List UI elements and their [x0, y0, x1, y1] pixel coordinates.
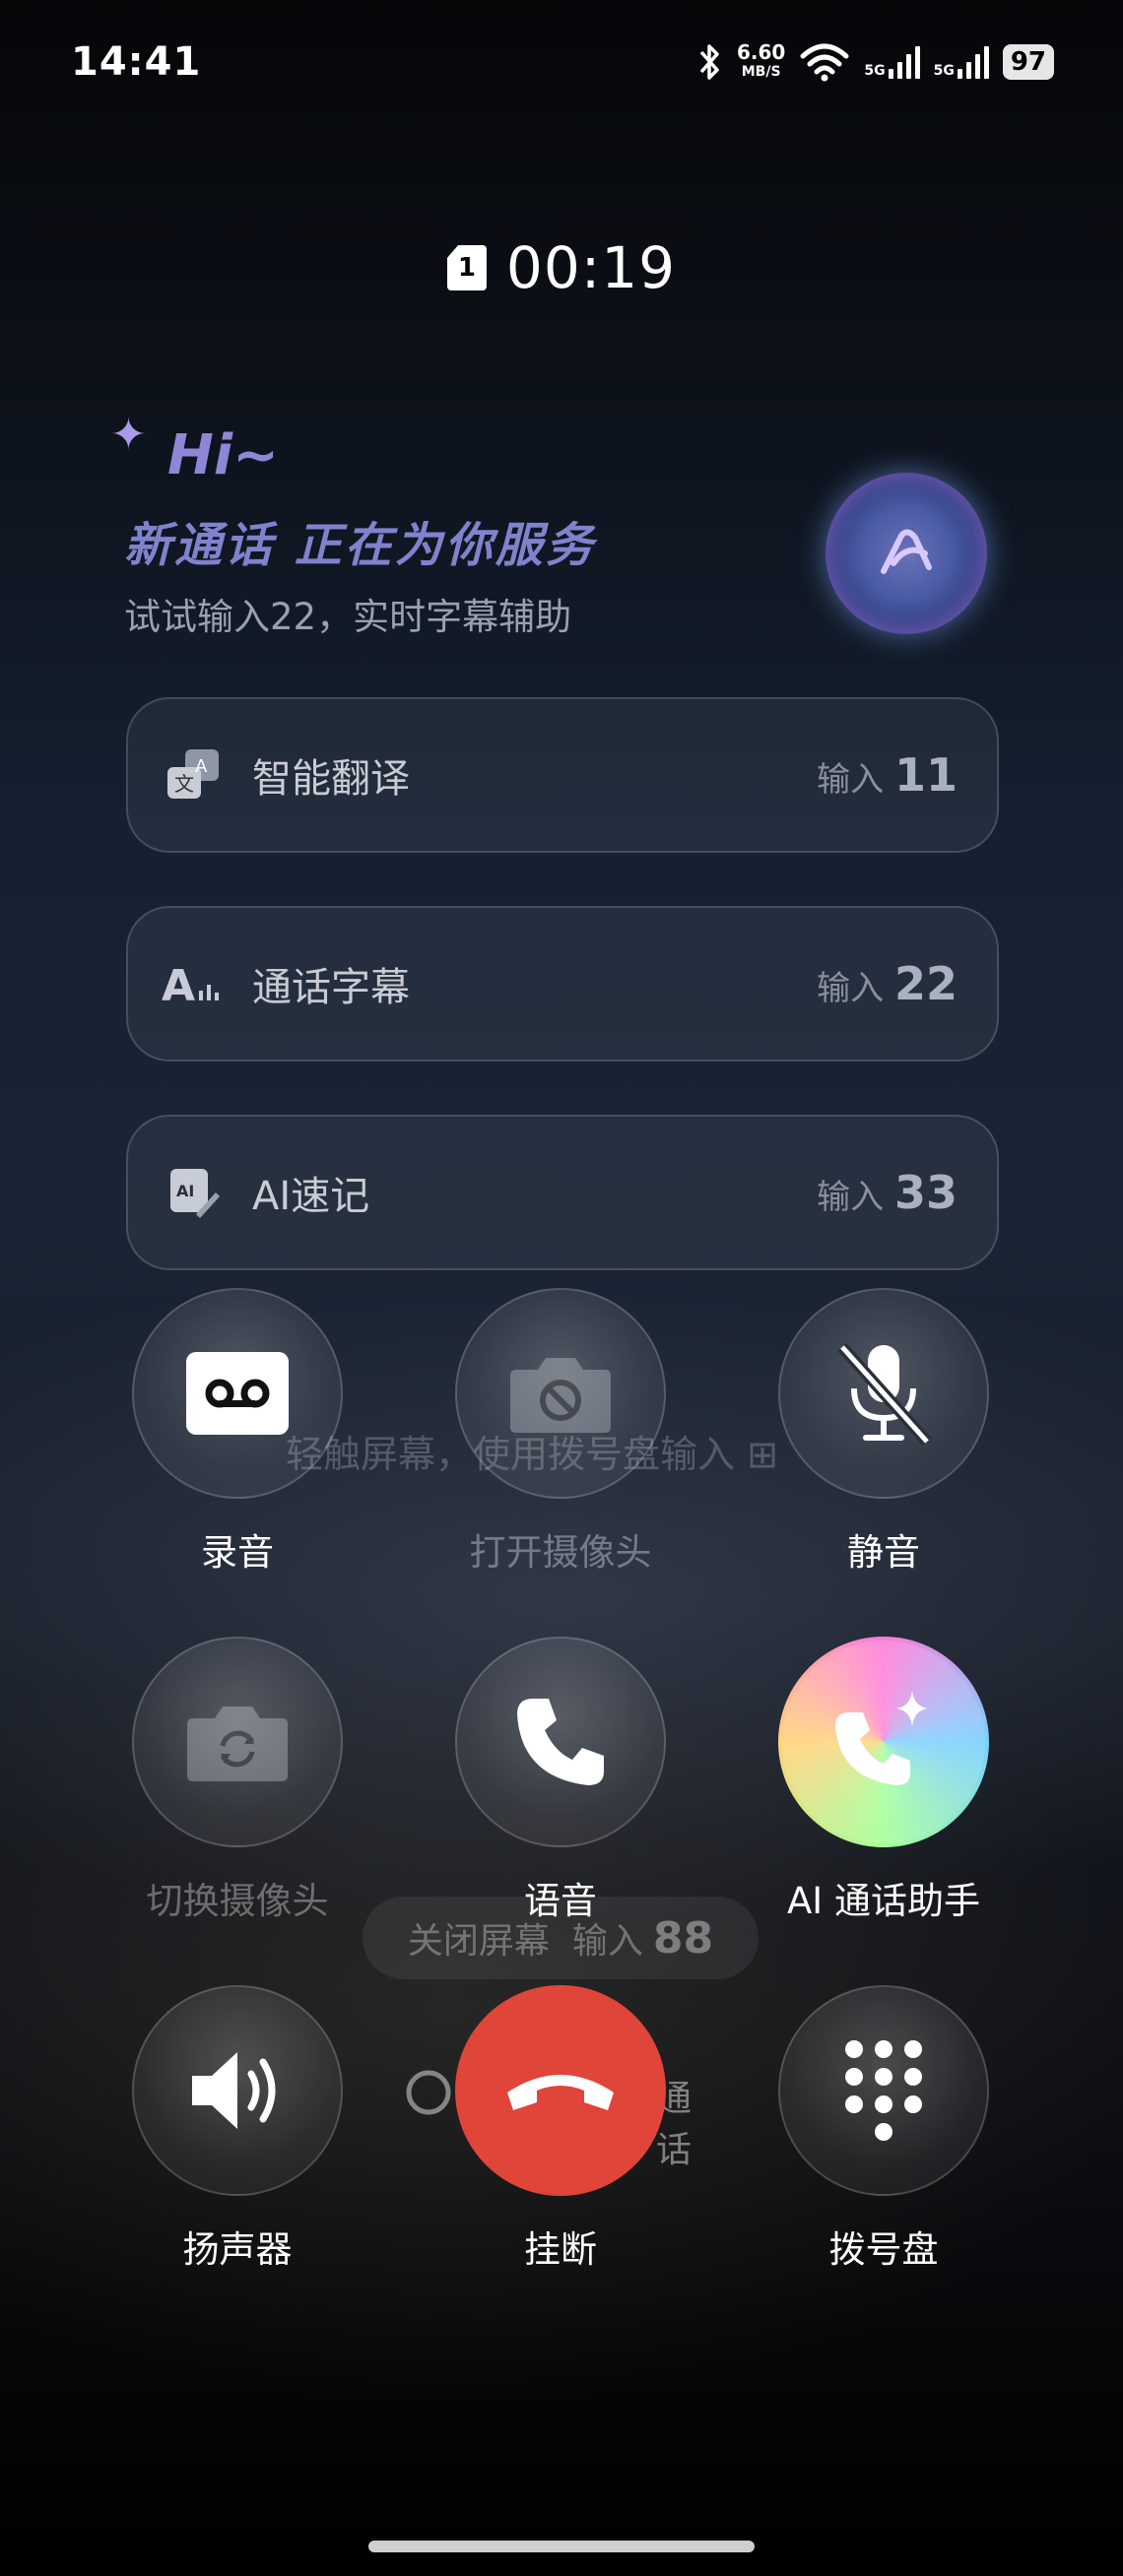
- wifi-icon: [800, 43, 849, 82]
- switch-camera-icon: [187, 1707, 288, 1781]
- ai-note-icon: AI: [160, 1158, 229, 1227]
- assistant-tagline: 新通话 正在为你服务: [124, 518, 596, 573]
- dialpad-button[interactable]: [778, 1985, 989, 2196]
- bluetooth-icon: [699, 44, 719, 80]
- svg-text:A: A: [162, 961, 195, 1008]
- net-speed: 6.60 MB/S: [736, 40, 786, 80]
- mic-off-icon: [837, 1342, 932, 1447]
- feature-ai-note[interactable]: AI AI速记 输入 33: [126, 1115, 999, 1270]
- assistant-orb-icon[interactable]: [826, 473, 987, 634]
- signal-sim2-icon: 5G: [934, 45, 989, 79]
- assistant-hint: 试试输入22，实时字幕辅助: [124, 596, 572, 638]
- feature-translate[interactable]: 文A 智能翻译 输入 11: [126, 697, 999, 853]
- voice-label: 语音: [524, 1880, 597, 1922]
- mute-button[interactable]: [778, 1288, 989, 1499]
- status-time: 14:41: [71, 39, 202, 85]
- svg-text:文: 文: [174, 772, 194, 796]
- voice-button[interactable]: [455, 1637, 666, 1847]
- open-camera-label: 打开摄像头: [469, 1531, 652, 1574]
- ai-assistant-label: AI 通话助手: [787, 1880, 980, 1922]
- hangup-button[interactable]: [455, 1985, 666, 2196]
- battery-indicator: 97: [1002, 44, 1054, 80]
- hangup-label: 挂断: [524, 2228, 597, 2271]
- ai-assistant-button[interactable]: [778, 1637, 989, 1847]
- greeting: Hi~: [167, 423, 279, 487]
- dialpad-icon: [845, 2040, 922, 2141]
- mute-label: 静音: [847, 1531, 920, 1574]
- hangup-icon: [507, 2075, 614, 2110]
- feature-code: 输入 11: [817, 748, 958, 802]
- call-duration: 00:19: [505, 234, 677, 301]
- feature-label: 通话字幕: [252, 965, 410, 1010]
- carrier-icon: [406, 2070, 451, 2115]
- switch-camera-label: 切换摄像头: [146, 1880, 329, 1922]
- status-icons: 6.60 MB/S 5G 5G 97: [697, 37, 1054, 87]
- speaker-button[interactable]: [132, 1985, 343, 2196]
- svg-text:AI: AI: [176, 1182, 194, 1200]
- feature-code: 输入 33: [817, 1166, 958, 1219]
- speaker-icon: [192, 2052, 276, 2129]
- dialpad-label: 拨号盘: [828, 2228, 939, 2271]
- call-timer: 1 00:19: [0, 234, 1123, 301]
- sim-card-icon: 1: [446, 245, 487, 290]
- switch-camera-button[interactable]: [132, 1637, 343, 1847]
- home-indicator[interactable]: [368, 2541, 755, 2552]
- svg-text:A: A: [195, 756, 208, 777]
- signal-sim1-icon: 5G: [864, 45, 920, 79]
- feature-caption[interactable]: A 通话字幕 输入 22: [126, 906, 999, 1062]
- caption-icon: A: [160, 949, 229, 1018]
- phone-icon: [517, 1699, 604, 1785]
- open-camera-button[interactable]: [455, 1288, 666, 1499]
- sparkle-icon: ✦: [110, 410, 147, 460]
- feature-label: 智能翻译: [252, 756, 410, 802]
- dialpad-hint-icon: ⊞: [747, 1433, 778, 1476]
- record-button[interactable]: [132, 1288, 343, 1499]
- feature-code: 输入 22: [817, 957, 958, 1010]
- translate-icon: 文A: [160, 741, 229, 809]
- camera-off-icon: [510, 1358, 611, 1433]
- record-label: 录音: [201, 1531, 274, 1574]
- speaker-label: 扬声器: [182, 2228, 293, 2271]
- record-icon: [186, 1352, 289, 1435]
- ai-phone-icon: [835, 1691, 928, 1785]
- feature-label: AI速记: [252, 1174, 370, 1219]
